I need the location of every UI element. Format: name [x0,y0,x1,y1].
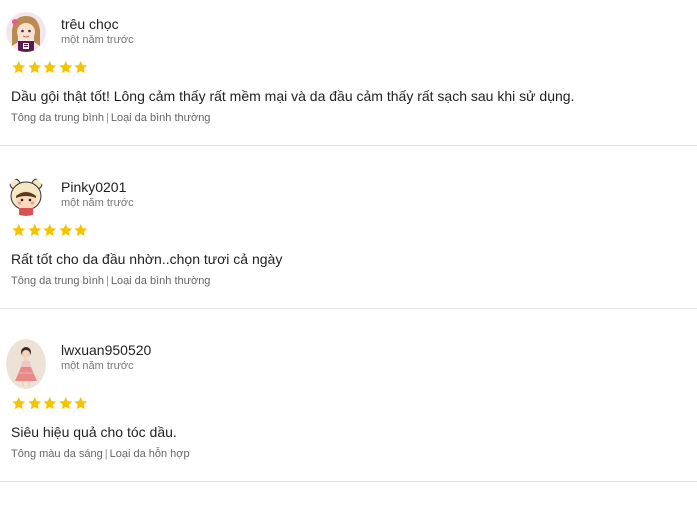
star-icon [12,60,26,74]
username: Pinky0201 [61,179,127,195]
cartoon-bear-hood-avatar-icon [6,176,46,216]
skin-tone: Tông da trung bình [11,275,104,287]
review-attributes: Tông màu da sáng | Loại da hỗn hợp [11,448,190,461]
review-text: Dầu gội thật tốt! Lông cảm thấy rất mềm … [11,88,575,104]
cartoon-girl-avatar-icon [6,12,46,52]
star-icon [58,60,72,74]
avatar[interactable] [6,176,46,216]
star-icon [27,396,41,410]
skin-type: Loại da bình thường [110,112,211,124]
star-icon [74,396,88,410]
username: lwxuan950520 [61,342,152,358]
skin-type: Loại da bình thường [110,275,211,287]
child-photo-avatar-icon [6,339,46,389]
review-text: Siêu hiệu quả cho tóc dầu. [11,424,177,440]
star-icon [43,223,57,237]
skin-tone: Tông da trung bình [11,112,104,124]
star-icon [27,60,41,74]
separator: | [105,275,109,287]
review-time: một năm trước [61,360,134,372]
star-rating [11,60,89,75]
review-attributes: Tông da trung bình | Loại da bình thường [11,275,210,288]
separator: | [104,448,108,460]
star-icon [43,396,57,410]
avatar[interactable] [6,339,46,389]
star-icon [27,223,41,237]
separator: | [105,112,109,124]
avatar[interactable] [6,12,46,52]
skin-type: Loại da hỗn hợp [109,448,190,460]
star-icon [58,223,72,237]
star-icon [74,60,88,74]
review-attributes: Tông da trung bình | Loại da bình thường [11,112,210,125]
star-icon [43,60,57,74]
review-text: Rất tốt cho da đầu nhờn..chọn tươi cả ng… [11,251,283,267]
star-icon [58,396,72,410]
review-time: một năm trước [61,34,134,46]
star-rating [11,223,89,238]
skin-tone: Tông màu da sáng [11,448,103,460]
star-icon [74,223,88,237]
star-icon [12,396,26,410]
star-rating [11,396,89,411]
star-icon [12,223,26,237]
username: trêu chọc [61,16,119,32]
review-time: một năm trước [61,197,134,209]
